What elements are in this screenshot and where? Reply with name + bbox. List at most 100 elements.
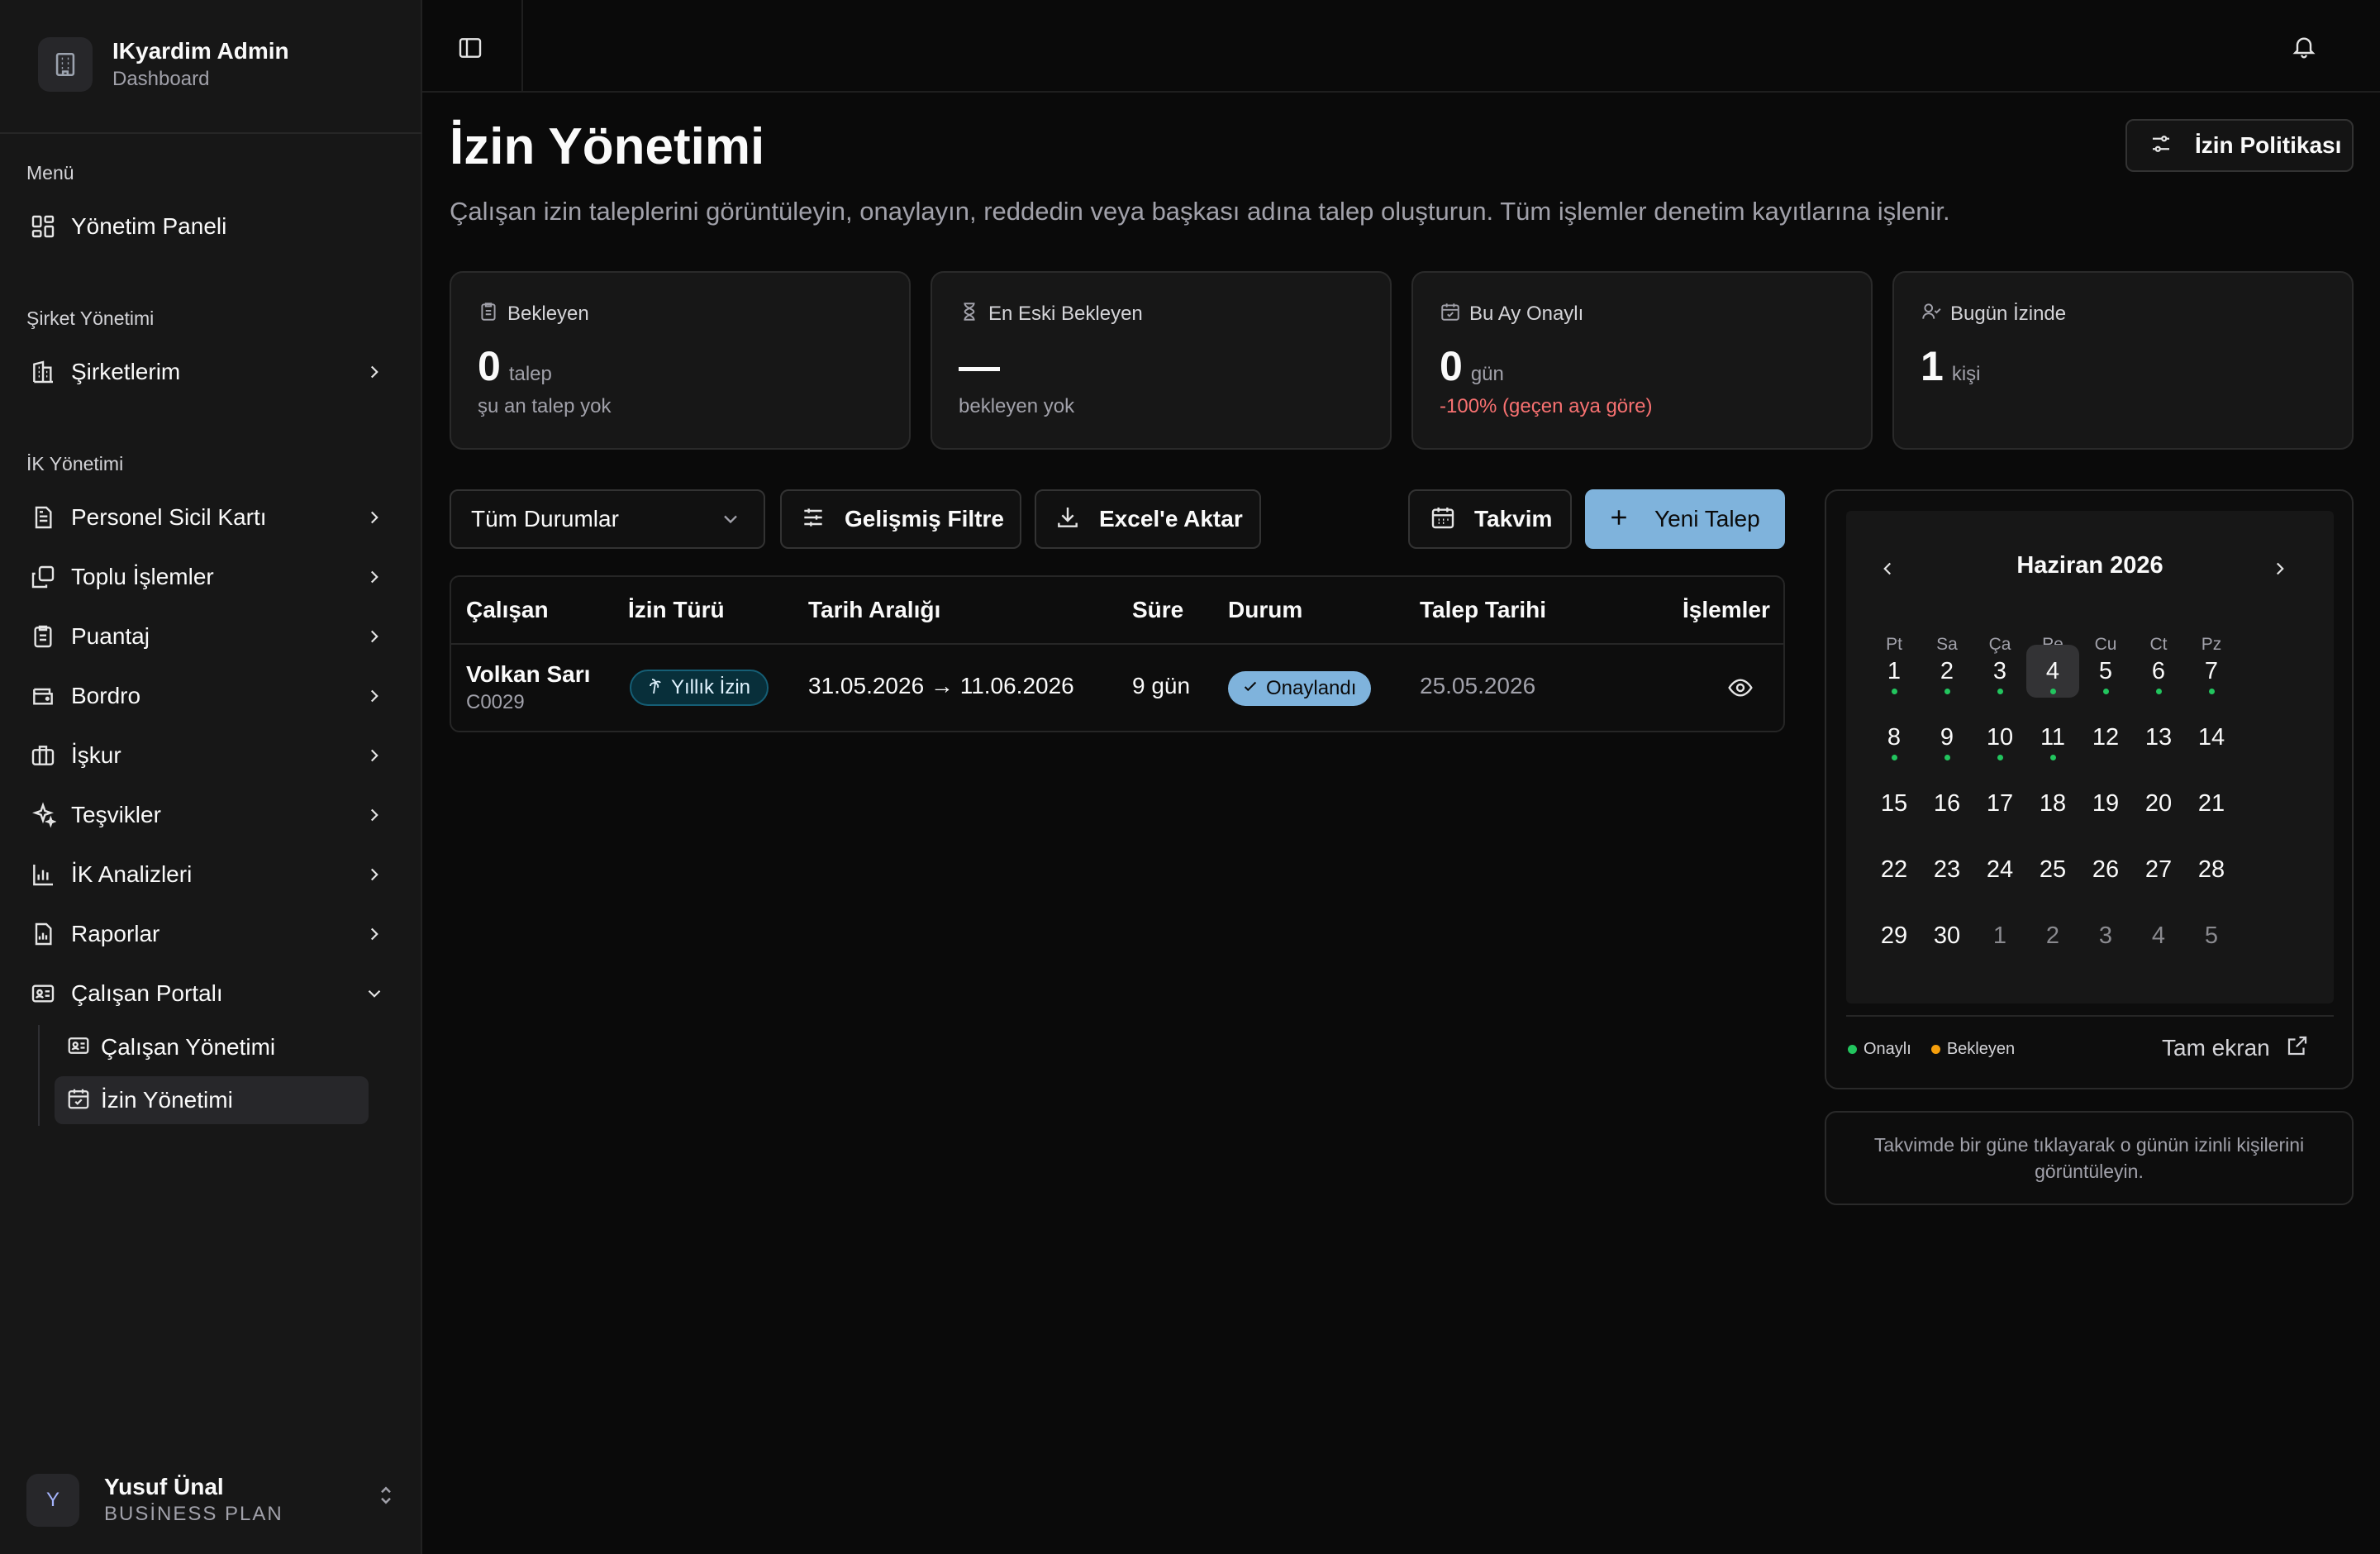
sidebar-item-analytics[interactable]: İK Analizleri: [23, 850, 399, 899]
calendar-button[interactable]: Takvim: [1408, 489, 1572, 549]
status-badge: Onaylandı: [1228, 671, 1372, 706]
new-request-button[interactable]: Yeni Talep: [1585, 489, 1785, 549]
calendar-day[interactable]: 5: [2079, 645, 2132, 698]
calendar-day[interactable]: 25: [2026, 843, 2079, 896]
sidebar-toggle-icon[interactable]: [452, 30, 488, 66]
brand[interactable]: IKyardim Admin Dashboard: [38, 36, 289, 93]
column-header[interactable]: Tarih Aralığı: [808, 597, 940, 623]
calendar-day[interactable]: 7: [2185, 645, 2238, 698]
sidebar-item-label: İK Analizleri: [71, 861, 193, 887]
sidebar-item-bulk[interactable]: Toplu İşlemler: [23, 552, 399, 602]
sidebar-subitem-leave-management[interactable]: İzin Yönetimi: [55, 1076, 369, 1124]
sidebar-item-personnel[interactable]: Personel Sicil Kartı: [23, 493, 399, 542]
export-excel-button[interactable]: Excel'e Aktar: [1035, 489, 1261, 549]
calendar-day-number: 23: [1933, 856, 1961, 883]
calendar-day[interactable]: 26: [2079, 843, 2132, 896]
calendar-day[interactable]: 1: [1973, 909, 2026, 962]
calendar-day[interactable]: 21: [2185, 777, 2238, 830]
fullscreen-link[interactable]: Tam ekran: [2162, 1033, 2310, 1062]
chevron-right-icon[interactable]: [2263, 552, 2297, 585]
sparkles-icon: [26, 798, 60, 832]
sidebar-item-label: Yönetim Paneli: [71, 213, 227, 239]
sidebar-item-label: Şirketlerim: [71, 359, 181, 384]
calendar-panel: Haziran 2026 PtSaÇaPeCuCtPz1234567891011…: [1825, 489, 2354, 1089]
calendar-day[interactable]: 23: [1921, 843, 1973, 896]
calendar-day-number: 1: [1887, 657, 1902, 684]
calendar-day[interactable]: 1: [1868, 645, 1921, 698]
sidebar-item-dashboard[interactable]: Yönetim Paneli: [23, 202, 399, 251]
calendar-day[interactable]: 3: [1973, 645, 2026, 698]
approved-leave-dot: [1892, 689, 1897, 694]
file-chart-icon: [26, 918, 60, 951]
calendar-day[interactable]: 5: [2185, 909, 2238, 962]
calendar-day-number: 18: [2039, 789, 2067, 817]
eye-icon[interactable]: [1724, 671, 1757, 704]
calendar-label: Takvim: [1474, 506, 1553, 532]
column-header[interactable]: Talep Tarihi: [1420, 597, 1546, 623]
sidebar-item-timesheet[interactable]: Puantaj: [23, 612, 399, 661]
calendar-day[interactable]: 15: [1868, 777, 1921, 830]
advanced-filter-button[interactable]: Gelişmiş Filtre: [780, 489, 1021, 549]
calendar-day[interactable]: 24: [1973, 843, 2026, 896]
calendar-day[interactable]: 2: [1921, 645, 1973, 698]
calendar-day[interactable]: 27: [2132, 843, 2185, 896]
calendar-day-number: 2: [1940, 657, 1954, 684]
fullscreen-label: Tam ekran: [2162, 1034, 2270, 1061]
sidebar-subitem-employee-management[interactable]: Çalışan Yönetimi: [55, 1023, 369, 1071]
calendar-day-number: 24: [1986, 856, 2014, 883]
calendar-day[interactable]: 12: [2079, 711, 2132, 764]
calendar-day[interactable]: 11: [2026, 711, 2079, 764]
calendar-day-number: 2: [2045, 922, 2060, 949]
brand-subtitle: Dashboard: [112, 68, 210, 90]
calendar-day[interactable]: 4: [2132, 909, 2185, 962]
building-icon: [26, 355, 60, 388]
column-header[interactable]: İzin Türü: [628, 597, 725, 623]
calendar-day[interactable]: 2: [2026, 909, 2079, 962]
id-card-icon: [26, 977, 60, 1010]
column-header[interactable]: Süre: [1132, 597, 1183, 623]
stat-unit: kişi: [1951, 363, 1981, 385]
calendar-day[interactable]: 29: [1868, 909, 1921, 962]
calendar-day[interactable]: 19: [2079, 777, 2132, 830]
calendar-day[interactable]: 14: [2185, 711, 2238, 764]
column-header[interactable]: Çalışan: [466, 597, 549, 623]
check-icon: [1241, 678, 1259, 700]
calendar-day[interactable]: 10: [1973, 711, 2026, 764]
calendar-day[interactable]: 17: [1973, 777, 2026, 830]
calendar-day[interactable]: 6: [2132, 645, 2185, 698]
calendar-day[interactable]: 16: [1921, 777, 1973, 830]
calendar-day[interactable]: 3: [2079, 909, 2132, 962]
calendar-day[interactable]: 13: [2132, 711, 2185, 764]
calendar-hint: Takvimde bir güne tıklayarak o günün izi…: [1825, 1111, 2354, 1205]
sidebar-item-label: Personel Sicil Kartı: [71, 504, 267, 530]
file-text-icon: [26, 501, 60, 534]
sidebar-item-incentives[interactable]: Teşvikler: [23, 790, 399, 840]
leave-policy-button[interactable]: İzin Politikası: [2125, 119, 2354, 172]
sidebar-item-iskur[interactable]: İşkur: [23, 731, 399, 780]
sidebar-item-companies[interactable]: Şirketlerim: [23, 347, 399, 397]
column-header[interactable]: Durum: [1228, 597, 1302, 623]
topbar: [422, 0, 2380, 93]
calendar-day[interactable]: 28: [2185, 843, 2238, 896]
calendar-day[interactable]: 18: [2026, 777, 2079, 830]
bell-icon[interactable]: [2286, 28, 2322, 64]
status-select[interactable]: Tüm Durumlar: [450, 489, 765, 549]
calendar-day[interactable]: 4: [2026, 645, 2079, 698]
user-menu[interactable]: Y Yusuf Ünal BUSİNESS PLAN: [26, 1473, 398, 1528]
calendar-grid: Haziran 2026 PtSaÇaPeCuCtPz1234567891011…: [1846, 511, 2334, 1003]
sidebar-item-reports[interactable]: Raporlar: [23, 909, 399, 959]
calendar-day[interactable]: 8: [1868, 711, 1921, 764]
stat-card-approved-month: Bu Ay Onaylı 0 gün -100% (geçen aya göre): [1411, 271, 1873, 450]
calendar-day[interactable]: 22: [1868, 843, 1921, 896]
calendar-day-number: 12: [2092, 723, 2120, 751]
calendar-day[interactable]: 30: [1921, 909, 1973, 962]
duration: 9 gün: [1132, 673, 1191, 698]
sidebar-item-employee-portal[interactable]: Çalışan Portalı: [23, 969, 399, 1018]
sliders-horizontal-icon: [800, 504, 826, 535]
calendar-day-number: 29: [1880, 922, 1908, 949]
calendar-day[interactable]: 9: [1921, 711, 1973, 764]
stat-value: —: [959, 343, 1000, 389]
sidebar-item-payroll[interactable]: Bordro: [23, 671, 399, 721]
calendar-day[interactable]: 20: [2132, 777, 2185, 830]
copy-icon: [26, 560, 60, 593]
